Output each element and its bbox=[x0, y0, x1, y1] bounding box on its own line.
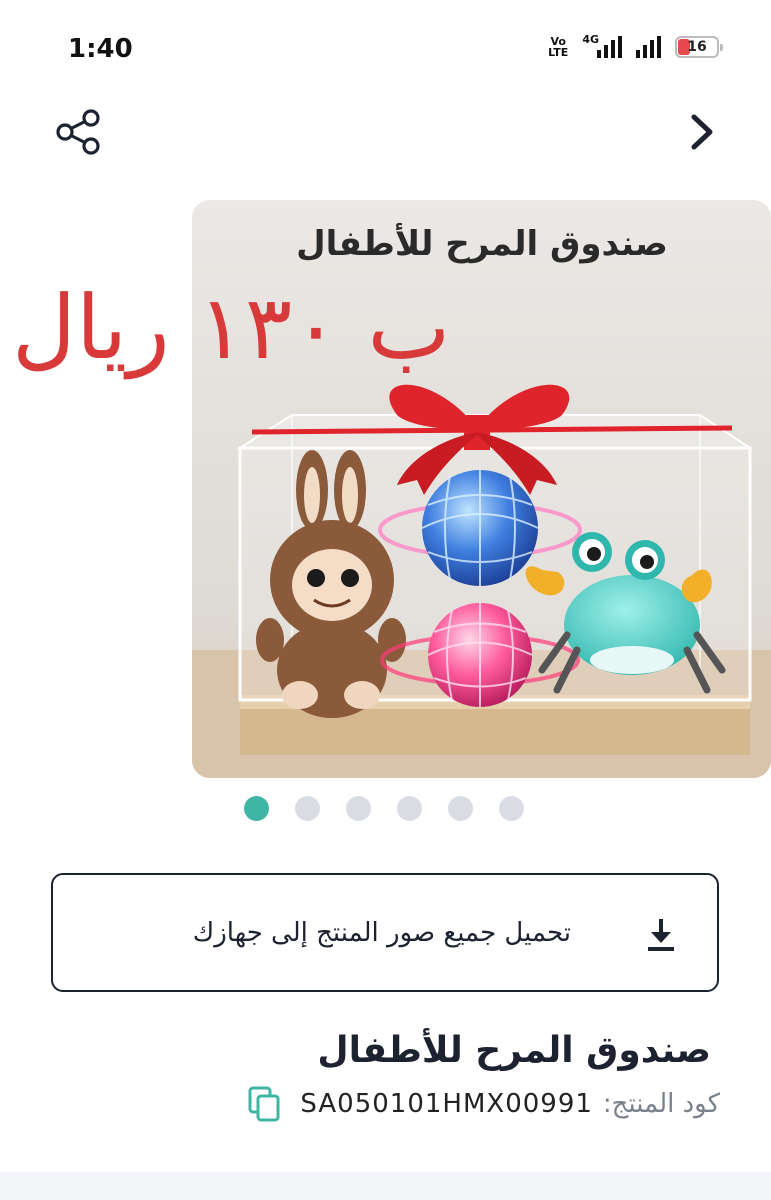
share-button[interactable] bbox=[50, 104, 106, 160]
signal-icon bbox=[636, 36, 661, 58]
status-bar: 1:40 Vo LTE 4G 16 bbox=[0, 0, 771, 100]
carousel-dot[interactable] bbox=[397, 796, 422, 821]
product-title: صندوق المرح للأطفال bbox=[317, 1030, 711, 1071]
status-time: 1:40 bbox=[68, 34, 133, 64]
product-code-label: كود المنتج: bbox=[602, 1089, 720, 1119]
copy-icon bbox=[248, 1086, 280, 1122]
carousel-dots bbox=[244, 796, 524, 821]
product-code-value: SA050101HMX00991 bbox=[300, 1089, 593, 1119]
download-all-images-button[interactable]: تحميل جميع صور المنتج إلى جهازك bbox=[51, 873, 719, 992]
chevron-right-icon bbox=[691, 114, 713, 150]
bottom-strip bbox=[0, 1172, 771, 1200]
status-icons: Vo LTE 4G 16 bbox=[548, 33, 723, 59]
carousel-dot[interactable] bbox=[499, 796, 524, 821]
carousel-dot[interactable] bbox=[346, 796, 371, 821]
carousel-dot[interactable] bbox=[448, 796, 473, 821]
product-code-row: كود المنتج: SA050101HMX00991 bbox=[246, 1084, 720, 1124]
forward-button[interactable] bbox=[676, 104, 726, 160]
copy-code-button[interactable] bbox=[246, 1084, 282, 1124]
image-title-text: صندوق المرح للأطفال bbox=[296, 222, 668, 264]
download-icon bbox=[648, 919, 674, 951]
network-signal-icon: 4G bbox=[582, 33, 622, 58]
download-label: تحميل جميع صور المنتج إلى جهازك bbox=[192, 917, 571, 948]
volte-indicator: Vo LTE bbox=[548, 35, 569, 59]
carousel-dot[interactable] bbox=[244, 796, 269, 821]
share-icon bbox=[56, 109, 100, 155]
battery-icon: 16 bbox=[675, 36, 723, 58]
price-overlay: ب ١٣٠ ريال bbox=[12, 276, 451, 379]
carousel-dot[interactable] bbox=[295, 796, 320, 821]
